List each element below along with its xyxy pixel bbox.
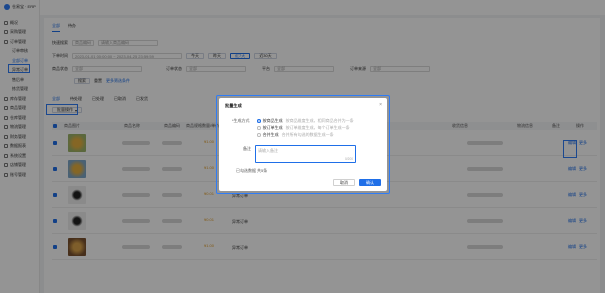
option-hint: 按订单维度生成，每个订单生成一条: [285, 125, 350, 130]
batch-generate-dialog: 批量生成 × *生成方式 按商品生成 按商品维度生成，相同商品合并为一条 按订单…: [219, 98, 387, 191]
selected-count-label: 已勾选数据: [236, 168, 256, 173]
radio-dot: [257, 133, 261, 137]
option-label: 按订单生成: [262, 125, 283, 130]
remark-placeholder: 请输入备注: [258, 148, 278, 153]
option-hint: 合并所有勾选的数据生成一条: [281, 132, 334, 137]
confirm-button[interactable]: 确认: [359, 179, 381, 186]
option-label: 合并生成: [262, 132, 279, 137]
option-label: 按商品生成: [262, 118, 283, 123]
remark-counter: 0/200: [345, 157, 353, 161]
mode-label: *生成方式: [232, 118, 250, 123]
dialog-title: 批量生成: [225, 103, 242, 108]
option-hint: 按商品维度生成，相同商品合并为一条: [285, 118, 354, 123]
radio-dot: [257, 126, 261, 130]
radio-by-product[interactable]: 按商品生成 按商品维度生成，相同商品合并为一条: [257, 118, 354, 124]
radio-merge[interactable]: 合并生成 合并所有勾选的数据生成一条: [257, 132, 334, 138]
cancel-button[interactable]: 取消: [333, 179, 355, 186]
dialog-footer: 取消 确认: [333, 179, 381, 186]
radio-dot: [257, 119, 261, 123]
close-icon[interactable]: ×: [379, 102, 382, 108]
radio-by-order[interactable]: 按订单生成 按订单维度生成，每个订单生成一条: [257, 125, 350, 131]
remark-textarea[interactable]: 请输入备注 0/200: [255, 145, 356, 163]
remark-label: 备注: [243, 146, 251, 151]
selected-count-value: 共5条: [257, 168, 268, 173]
